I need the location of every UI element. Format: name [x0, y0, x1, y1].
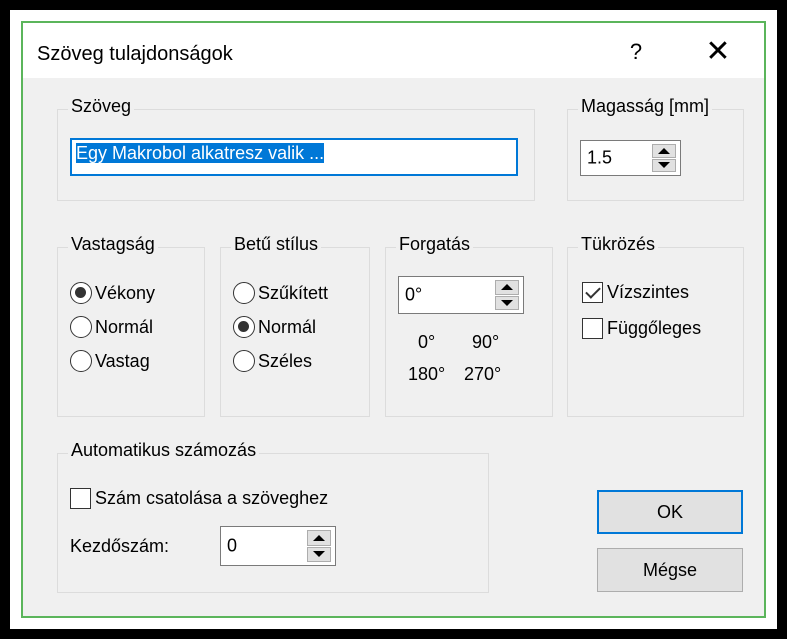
checkbox-attach-number-label: Szám csatolása a szöveghez [95, 488, 329, 508]
font-style-group-label: Betű stílus [231, 234, 322, 255]
height-group-label: Magasság [mm] [578, 96, 713, 117]
radio-button [233, 282, 255, 304]
checkbox-fuggoleges-label: Függőleges [607, 318, 702, 338]
height-spinner-arrows [652, 144, 676, 172]
font-style-group: Betű stílus Szűkített Normál Széles [220, 234, 370, 417]
rotation-down-arrow-icon[interactable] [495, 295, 519, 310]
rotation-spinner[interactable]: 0° [398, 276, 524, 314]
close-button[interactable]: ✕ [698, 35, 738, 69]
radio-szeles-label: Széles [258, 350, 313, 371]
checkbox [582, 318, 603, 339]
start-number-down-arrow-icon[interactable] [307, 546, 331, 562]
radio-button [70, 282, 92, 304]
thickness-group: Vastagság Vékony Normál Vastag [57, 234, 205, 417]
text-group-label: Szöveg [68, 96, 135, 117]
radio-normal-thickness[interactable]: Normál [70, 316, 153, 338]
radio-szeles[interactable]: Széles [233, 350, 312, 372]
numbering-group: Automatikus számozás Szám csatolása a sz… [57, 440, 489, 593]
mirror-group: Tükrözés Vízszintes Függőleges [567, 234, 744, 417]
radio-button [233, 350, 255, 372]
dialog-title: Szöveg tulajdonságok [37, 43, 233, 65]
radio-button [70, 350, 92, 372]
radio-szukitett[interactable]: Szűkített [233, 282, 328, 304]
angle-180[interactable]: 180° [408, 364, 445, 385]
radio-vastag-label: Vastag [95, 350, 150, 371]
checkbox-vizszintes[interactable]: Vízszintes [582, 282, 689, 303]
text-input[interactable]: Egy Makrobol alkatresz valik ... [70, 138, 518, 176]
mirror-group-label: Tükrözés [578, 234, 659, 255]
start-number-spinner[interactable]: 0 [220, 526, 336, 566]
height-spinner[interactable]: 1.5 [580, 140, 681, 176]
rotation-value: 0° [405, 284, 423, 305]
radio-szukitett-label: Szűkített [258, 282, 329, 303]
start-number-spinner-arrows [307, 530, 331, 562]
title-bar: Szöveg tulajdonságok ? ✕ [23, 23, 764, 78]
numbering-group-label: Automatikus számozás [68, 440, 260, 461]
height-group: Magasság [mm] 1.5 [567, 96, 744, 201]
radio-vastag[interactable]: Vastag [70, 350, 150, 372]
radio-normal-thickness-label: Normál [95, 316, 154, 337]
rotation-up-arrow-icon[interactable] [495, 280, 519, 295]
thickness-group-label: Vastagság [68, 234, 158, 255]
properties-dialog: Szöveg tulajdonságok ? ✕ Szöveg Egy Makr… [21, 21, 766, 618]
height-down-arrow-icon[interactable] [652, 158, 676, 172]
text-group: Szöveg Egy Makrobol alkatresz valik ... [57, 96, 535, 201]
radio-button [233, 316, 255, 338]
radio-normal-style-label: Normál [258, 316, 317, 337]
ok-button[interactable]: OK [597, 490, 743, 534]
help-button[interactable]: ? [623, 37, 649, 67]
radio-vekony[interactable]: Vékony [70, 282, 155, 304]
text-input-value: Egy Makrobol alkatresz valik ... [76, 143, 325, 163]
start-number-label: Kezdőszám: [70, 536, 170, 556]
height-value: 1.5 [587, 147, 613, 168]
checkbox-attach-number[interactable]: Szám csatolása a szöveghez [70, 488, 328, 509]
angle-270[interactable]: 270° [464, 364, 501, 385]
angle-90[interactable]: 90° [472, 332, 499, 353]
start-number-up-arrow-icon[interactable] [307, 530, 331, 546]
checkbox-vizszintes-label: Vízszintes [607, 282, 690, 302]
checkbox [70, 488, 91, 509]
cancel-button[interactable]: Mégse [597, 548, 743, 592]
rotation-group: Forgatás 0° 0° 90° 180° 270° [385, 234, 553, 417]
rotation-spinner-arrows [495, 280, 519, 310]
checkbox [582, 282, 603, 303]
radio-vekony-label: Vékony [95, 282, 156, 303]
rotation-group-label: Forgatás [396, 234, 474, 255]
radio-button [70, 316, 92, 338]
angle-0[interactable]: 0° [418, 332, 435, 353]
height-up-arrow-icon[interactable] [652, 144, 676, 158]
checkbox-fuggoleges[interactable]: Függőleges [582, 318, 701, 339]
start-number-value: 0 [227, 535, 238, 556]
radio-normal-style[interactable]: Normál [233, 316, 316, 338]
